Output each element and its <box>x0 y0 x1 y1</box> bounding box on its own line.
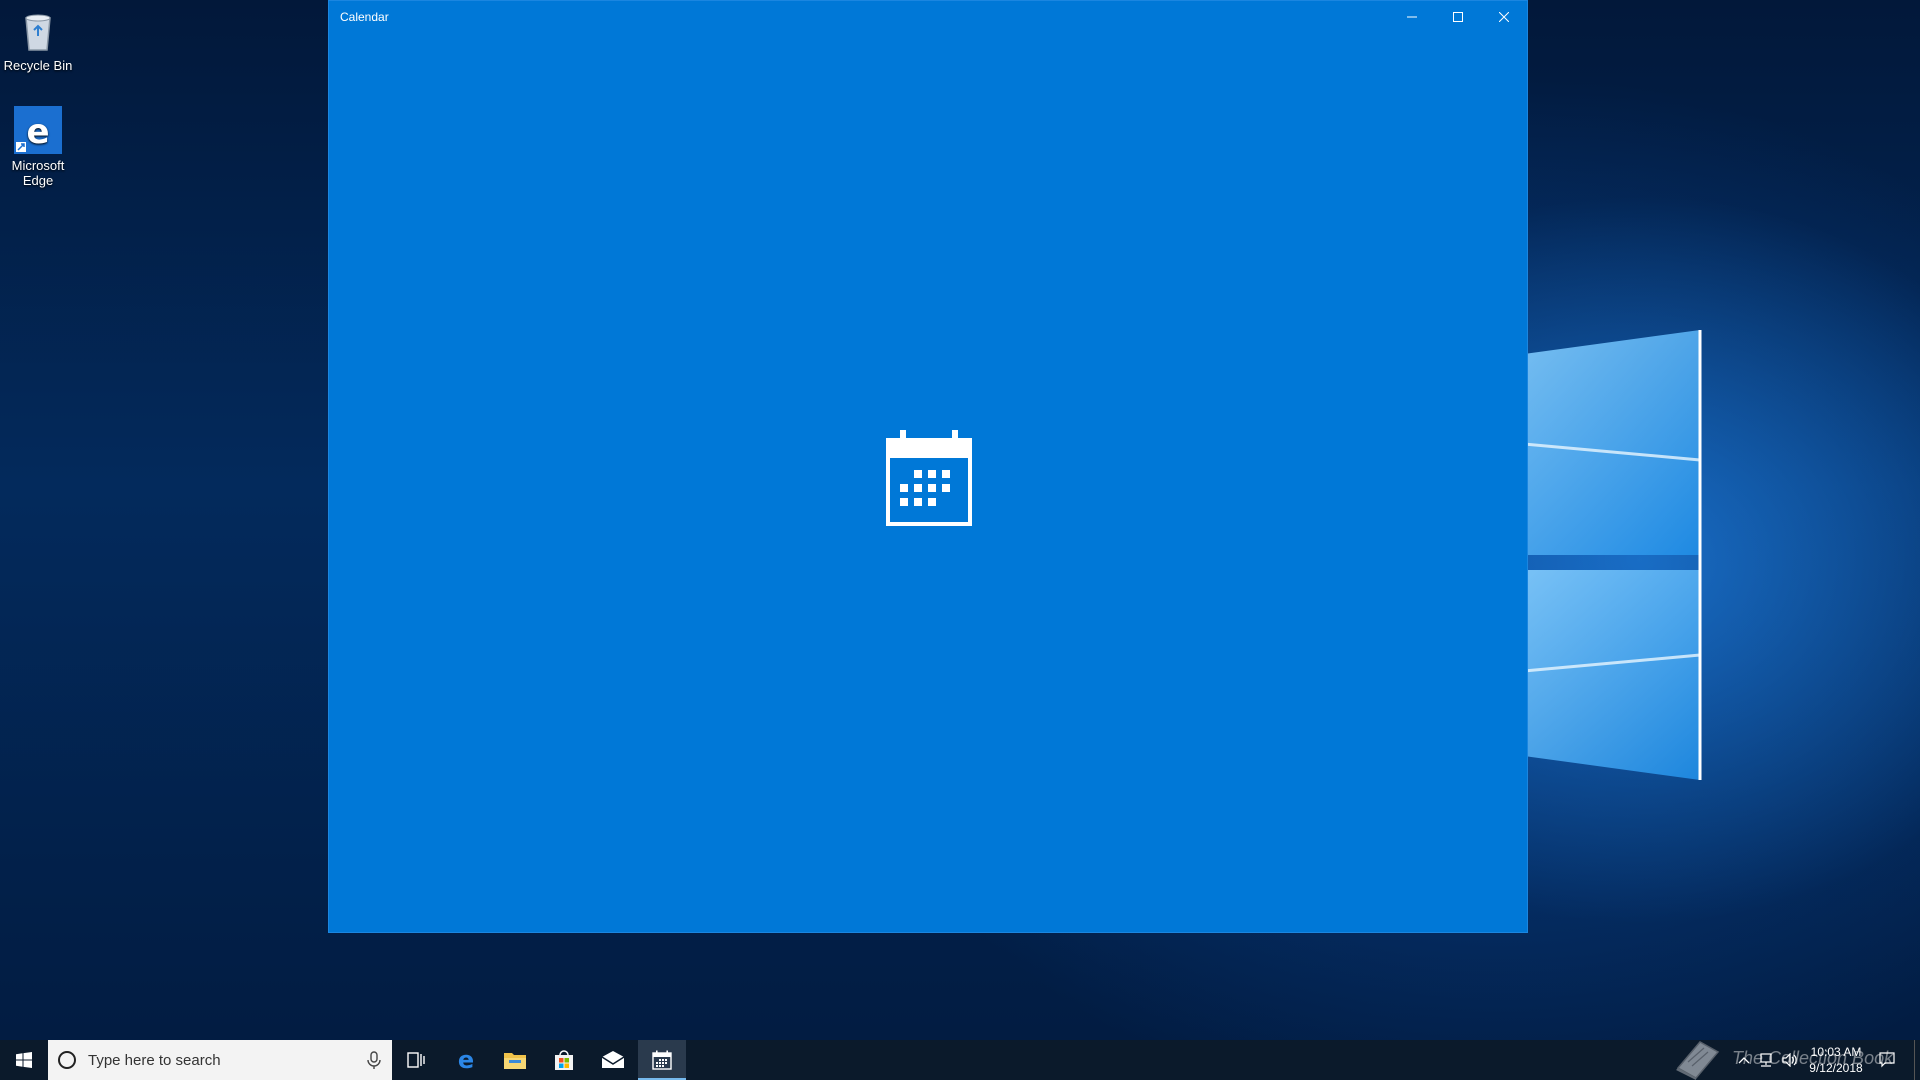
minimize-icon <box>1407 16 1417 18</box>
microphone-icon[interactable] <box>364 1050 384 1070</box>
edge-icon: e <box>14 106 62 154</box>
close-button[interactable] <box>1481 1 1527 33</box>
folder-icon <box>504 1053 526 1069</box>
watermark: The Collection Book <box>1670 1038 1920 1080</box>
svg-text:e: e <box>458 1048 474 1072</box>
calendar-splash-icon <box>886 430 972 526</box>
desktop-icon-label: Microsoft Edge <box>11 158 65 188</box>
calendar-icon <box>652 1050 672 1070</box>
taskbar: e <box>0 1040 1920 1080</box>
recycle-bin-icon <box>25 14 51 51</box>
desktop: Recycle Bin e Microsoft Edge Calendar Ty… <box>0 0 1920 1080</box>
windows-logo-icon <box>16 1052 32 1068</box>
taskbar-edge-button[interactable]: e <box>442 1040 490 1080</box>
desktop-icon-recycle-bin[interactable]: Recycle Bin <box>0 6 76 73</box>
start-button[interactable] <box>0 1040 48 1080</box>
watermark-text: The Collection Book <box>1732 1048 1894 1068</box>
taskbar-store-button[interactable] <box>540 1040 588 1080</box>
edge-icon: e <box>458 1048 474 1072</box>
mail-icon <box>601 1051 625 1068</box>
calendar-window: Calendar <box>328 0 1528 933</box>
cortana-icon <box>58 1051 76 1069</box>
taskbar-mail-button[interactable] <box>589 1040 637 1080</box>
window-titlebar[interactable]: Calendar <box>329 1 1527 33</box>
search-box[interactable] <box>48 1040 392 1080</box>
task-view-icon <box>407 1052 425 1068</box>
taskbar-calendar-button[interactable] <box>638 1040 686 1080</box>
book-icon <box>1676 1041 1720 1080</box>
store-icon <box>555 1050 573 1070</box>
search-input[interactable] <box>88 1040 348 1080</box>
window-title: Calendar <box>340 10 389 24</box>
maximize-icon <box>1453 12 1463 22</box>
close-icon <box>1499 12 1509 22</box>
desktop-icon-microsoft-edge[interactable]: e Microsoft Edge <box>0 106 76 188</box>
svg-text:e: e <box>26 112 49 152</box>
desktop-icon-label: Recycle Bin <box>3 58 73 73</box>
taskbar-file-explorer-button[interactable] <box>491 1040 539 1080</box>
minimize-button[interactable] <box>1389 1 1435 33</box>
task-view-button[interactable] <box>392 1040 440 1080</box>
maximize-button[interactable] <box>1435 1 1481 33</box>
